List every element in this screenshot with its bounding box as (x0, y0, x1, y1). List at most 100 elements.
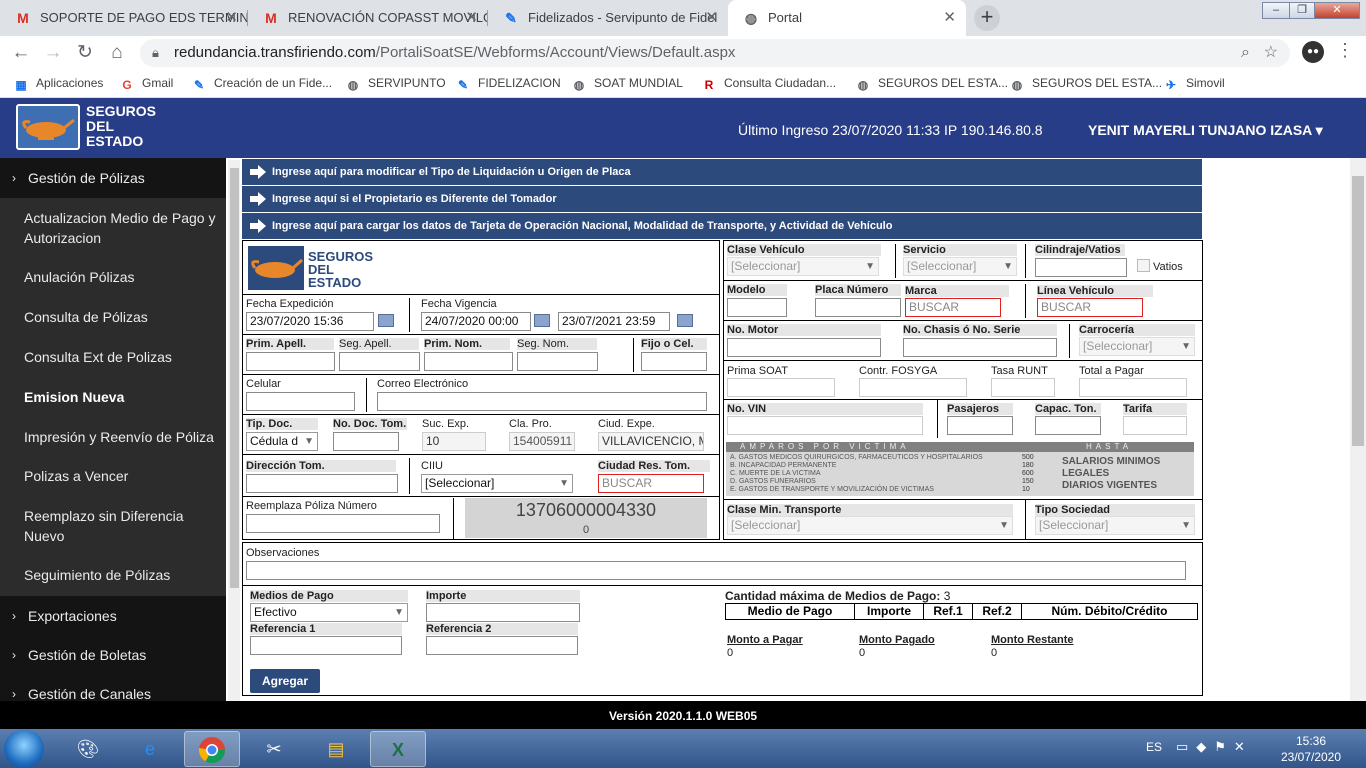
close-icon[interactable]: ✕ (943, 0, 956, 36)
page-scrollbar-thumb[interactable] (1352, 176, 1364, 446)
tip-doc-select[interactable]: Cédula d ▼ (246, 432, 318, 451)
browser-tab[interactable]: M RENOVACIÓN COPASST MOVILG ✕ (248, 0, 488, 36)
vatios-checkbox[interactable] (1137, 259, 1150, 272)
prim-nom-field[interactable] (424, 352, 513, 371)
forward-icon[interactable]: → (40, 40, 66, 66)
sidebar-item-emision-nueva[interactable]: Emision Nueva (0, 378, 226, 418)
new-tab-button[interactable]: + (974, 5, 1000, 31)
close-icon[interactable]: ✕ (225, 0, 238, 36)
bookmark-item[interactable]: R Consulta Ciudadan... (702, 76, 836, 92)
bookmark-item[interactable]: ◍ SOAT MUNDIAL (572, 76, 683, 92)
bookmark-item[interactable]: ◍ SEGUROS DEL ESTA... (856, 76, 1008, 92)
close-icon[interactable]: ✕ (465, 0, 478, 36)
sidebar-item-exportaciones[interactable]: › Exportaciones (0, 596, 226, 636)
bar-propietario[interactable]: Ingrese aquí si el Propietario es Difere… (242, 186, 1202, 212)
paint-icon[interactable]: 🎨︎ (60, 731, 116, 767)
sidebar-item-actualizacion[interactable]: Actualizacion Medio de Pago y Autorizaci… (0, 198, 226, 258)
direccion-tom-field[interactable] (246, 474, 398, 493)
file-explorer-icon[interactable]: ▤ (308, 731, 364, 767)
calendar-icon[interactable] (677, 314, 693, 327)
close-icon[interactable]: ✕ (705, 0, 718, 36)
extension-icon[interactable]: ●● (1302, 41, 1324, 63)
servicio-select[interactable]: [Seleccionar] ▼ (903, 257, 1017, 276)
sidebar-scrollbar-thumb[interactable] (230, 168, 239, 588)
no-chasis-field[interactable] (903, 338, 1057, 357)
no-vin-field[interactable] (727, 416, 923, 435)
sidebar-item-polizas-vencer[interactable]: Polizas a Vencer (0, 458, 226, 496)
medios-pago-select[interactable]: Efectivo ▼ (250, 603, 408, 622)
tasa-runt-field[interactable] (991, 378, 1055, 397)
tipo-sociedad-select[interactable]: [Seleccionar] ▼ (1035, 516, 1195, 535)
contr-fosyga-field[interactable] (859, 378, 967, 397)
back-icon[interactable]: ← (8, 40, 34, 66)
bookmark-item[interactable]: ◍ SERVIPUNTO (346, 76, 446, 92)
placa-field[interactable] (815, 298, 901, 317)
agregar-button[interactable]: Agregar (250, 669, 320, 693)
referencia2-field[interactable] (426, 636, 578, 655)
bar-tipo-liquidacion[interactable]: Ingrese aquí para modificar el Tipo de L… (242, 159, 1202, 185)
modelo-field[interactable] (727, 298, 787, 317)
excel-icon[interactable]: X (370, 731, 426, 767)
clase-min-transporte-select[interactable]: [Seleccionar] ▼ (727, 516, 1013, 535)
linea-vehiculo-field[interactable]: BUSCAR (1037, 298, 1143, 317)
fecha-expedicion-field[interactable]: 23/07/2020 15:36 (246, 312, 374, 331)
sidebar-item-anulacion[interactable]: Anulación Pólizas (0, 258, 226, 298)
prima-soat-field[interactable] (727, 378, 835, 397)
clock[interactable]: 15:36 23/07/2020 (1276, 733, 1346, 765)
ciudad-res-tom-field[interactable]: BUSCAR (598, 474, 704, 493)
correo-field[interactable] (377, 392, 707, 411)
capac-ton-field[interactable] (1035, 416, 1101, 435)
user-menu[interactable]: YENIT MAYERLI TUNJANO IZASA ▾ (1088, 122, 1323, 139)
internet-explorer-icon[interactable]: e (122, 731, 178, 767)
snipping-tool-icon[interactable]: ✂ (246, 731, 302, 767)
total-pagar-field[interactable] (1079, 378, 1187, 397)
close-window-button[interactable]: ✕ (1314, 2, 1360, 19)
start-button[interactable] (4, 730, 44, 768)
home-icon[interactable]: ⌂ (104, 40, 130, 66)
bookmark-item[interactable]: ▦ Aplicaciones (14, 76, 103, 92)
sidebar-item-impresion[interactable]: Impresión y Reenvío de Póliza (0, 418, 226, 458)
bookmark-item[interactable]: G Gmail (120, 76, 173, 92)
maximize-button[interactable]: ❐ (1289, 2, 1315, 19)
ciud-expe-field[interactable]: VILLAVICENCIO, M (598, 432, 704, 451)
zoom-icon[interactable]: ⌕ (1241, 39, 1250, 67)
sidebar-item-reemplazo[interactable]: Reemplazo sin Diferencia Nuevo (0, 496, 226, 556)
sidebar-item-seguimiento[interactable]: Seguimiento de Pólizas (0, 556, 226, 596)
minimize-button[interactable]: – (1262, 2, 1290, 19)
no-doc-tom-field[interactable] (333, 432, 399, 451)
browser-tab[interactable]: ✎ Fidelizados - Servipunto de Fidel ✕ (488, 0, 728, 36)
sidebar-item-gestion-polizas[interactable]: › Gestión de Pólizas (0, 158, 226, 198)
calendar-icon[interactable] (378, 314, 394, 327)
language-indicator[interactable]: ES (1146, 740, 1162, 754)
sidebar-item-boletas[interactable]: › Gestión de Boletas (0, 635, 226, 675)
bookmark-item[interactable]: ✎ Creación de un Fide... (192, 76, 332, 92)
importe-field[interactable] (426, 603, 580, 622)
referencia1-field[interactable] (250, 636, 402, 655)
observaciones-field[interactable] (246, 561, 1186, 580)
sidebar-item-consulta[interactable]: Consulta de Pólizas (0, 298, 226, 338)
reemplaza-field[interactable] (246, 514, 440, 533)
vigencia-hasta-field[interactable]: 23/07/2021 23:59 (558, 312, 670, 331)
suc-exp-field[interactable]: 10 (422, 432, 486, 451)
bookmark-item[interactable]: ◍ SEGUROS DEL ESTA... (1010, 76, 1162, 92)
bookmark-item[interactable]: ✈ Simovil (1164, 76, 1225, 92)
vigencia-desde-field[interactable]: 24/07/2020 00:00 (421, 312, 531, 331)
prim-apell-field[interactable] (246, 352, 335, 371)
pasajeros-field[interactable] (947, 416, 1013, 435)
sidebar-item-consulta-ext[interactable]: Consulta Ext de Polizas (0, 338, 226, 378)
sidebar-item-canales[interactable]: › Gestión de Canales (0, 674, 226, 701)
ciiu-select[interactable]: [Seleccionar] ▼ (421, 474, 573, 493)
tarifa-field[interactable] (1123, 416, 1187, 435)
menu-icon[interactable]: ⋮ (1336, 40, 1354, 61)
no-motor-field[interactable] (727, 338, 881, 357)
cla-pro-field[interactable]: 154005911 (509, 432, 575, 451)
browser-tab-active[interactable]: ◍ Portal ✕ (728, 0, 966, 36)
celular-field[interactable] (246, 392, 355, 411)
bar-tarjeta-operacion[interactable]: Ingrese aquí para cargar los datos de Ta… (242, 213, 1202, 239)
seg-nom-field[interactable] (517, 352, 598, 371)
chrome-icon[interactable] (184, 731, 240, 767)
clase-vehiculo-select[interactable]: [Seleccionar] ▼ (727, 257, 879, 276)
cilindraje-field[interactable] (1035, 258, 1127, 277)
calendar-icon[interactable] (534, 314, 550, 327)
carroceria-select[interactable]: [Seleccionar] ▼ (1079, 337, 1195, 356)
